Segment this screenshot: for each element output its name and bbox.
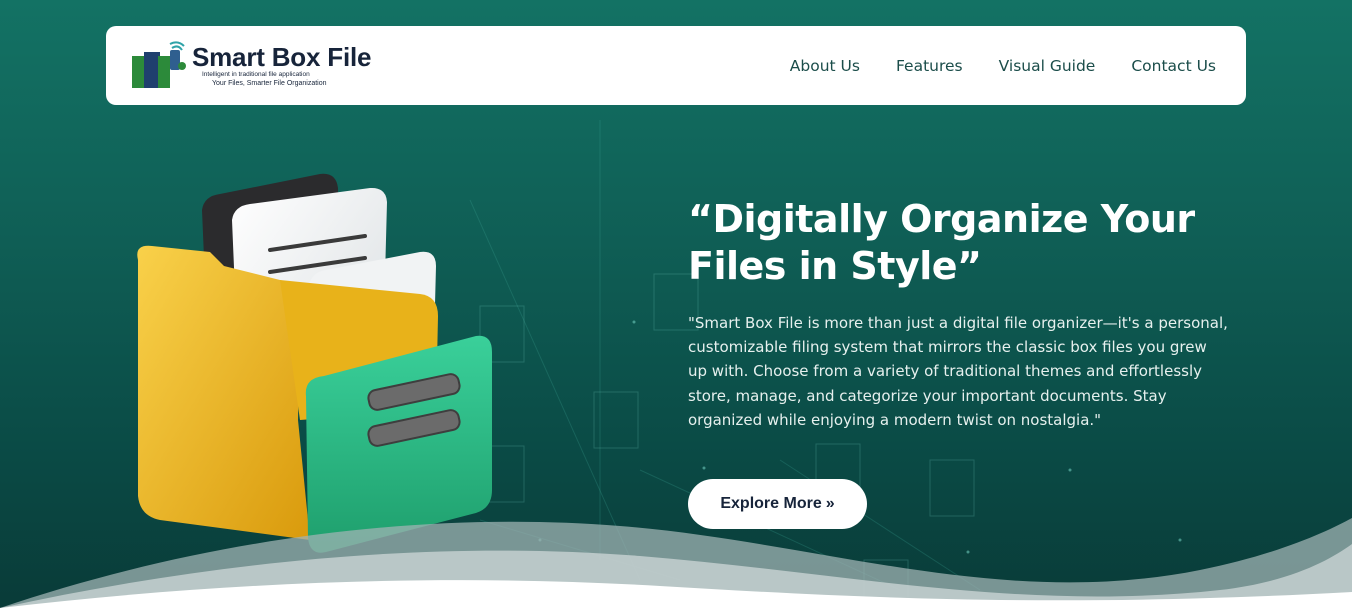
box-file-logo-icon bbox=[132, 40, 186, 88]
navbar: Smart Box File Intelligent in traditiona… bbox=[106, 26, 1246, 105]
main-navigation: About Us Features Visual Guide Contact U… bbox=[790, 57, 1216, 75]
brand-tagline-secondary: Your Files, Smarter File Organization bbox=[212, 79, 327, 87]
hero-description: "Smart Box File is more than just a digi… bbox=[688, 314, 1228, 429]
brand-name: Smart Box File bbox=[192, 42, 372, 73]
nav-link-about-us[interactable]: About Us bbox=[790, 57, 860, 75]
brand-logo-link[interactable]: Smart Box File Intelligent in traditiona… bbox=[130, 38, 371, 94]
nav-link-visual-guide[interactable]: Visual Guide bbox=[999, 57, 1096, 75]
hero-title: “Digitally Organize Your Files in Style” bbox=[688, 197, 1195, 288]
brand-tagline: Intelligent in traditional file applicat… bbox=[202, 71, 310, 79]
nav-link-features[interactable]: Features bbox=[896, 57, 963, 75]
bottom-wave-decoration bbox=[0, 518, 1352, 608]
nav-link-contact-us[interactable]: Contact Us bbox=[1131, 57, 1216, 75]
